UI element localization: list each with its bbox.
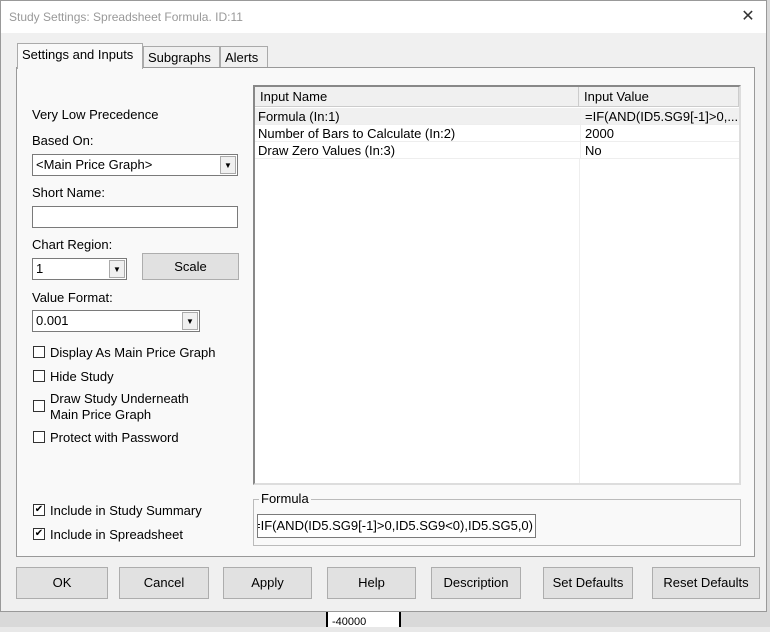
inputs-table: Input Name Input Value Formula (In:1) =IF… — [253, 85, 741, 485]
tab-settings-and-inputs[interactable]: Settings and Inputs — [17, 43, 143, 69]
include-summary-checkbox[interactable]: ✔ — [33, 504, 45, 516]
input-name: Formula (In:1) — [258, 109, 340, 124]
based-on-value: <Main Price Graph> — [36, 157, 153, 172]
value-format-value: 0.001 — [36, 313, 69, 328]
tab-subgraphs[interactable]: Subgraphs — [143, 46, 220, 68]
table-row[interactable]: Number of Bars to Calculate (In:2) 2000 — [255, 125, 739, 142]
column-divider — [579, 159, 580, 483]
chevron-down-icon[interactable]: ▼ — [182, 312, 198, 330]
tab-alerts[interactable]: Alerts — [220, 46, 268, 68]
value-format-select[interactable]: 0.001 ▼ — [32, 310, 200, 332]
draw-underneath-label: Draw Study Underneath — [50, 391, 189, 406]
protect-password-checkbox[interactable] — [33, 431, 45, 443]
draw-underneath-label-line2: Main Price Graph — [50, 407, 152, 422]
short-name-label: Short Name: — [32, 185, 105, 200]
apply-button[interactable]: Apply — [223, 567, 312, 599]
help-button[interactable]: Help — [327, 567, 416, 599]
hide-study-checkbox[interactable] — [33, 370, 45, 382]
set-defaults-button[interactable]: Set Defaults — [543, 567, 633, 599]
include-spreadsheet-checkbox[interactable]: ✔ — [33, 528, 45, 540]
chart-region-value: 1 — [36, 261, 44, 276]
close-icon[interactable]: ✕ — [738, 7, 758, 27]
chevron-down-icon[interactable]: ▼ — [220, 156, 236, 174]
include-spreadsheet-label: Include in Spreadsheet — [50, 527, 183, 542]
chevron-down-icon[interactable]: ▼ — [109, 260, 125, 278]
study-settings-dialog: Study Settings: Spreadsheet Formula. ID:… — [0, 0, 767, 612]
input-value[interactable]: =IF(AND(ID5.SG9[-1]>0,... — [580, 108, 739, 125]
formula-input[interactable]: =IF(AND(ID5.SG9[-1]>0,ID5.SG9<0),ID5.SG5… — [257, 514, 536, 538]
based-on-label: Based On: — [32, 133, 94, 148]
table-row[interactable]: Formula (In:1) =IF(AND(ID5.SG9[-1]>0,... — [255, 108, 739, 125]
input-value[interactable]: No — [580, 142, 739, 159]
reset-defaults-button[interactable]: Reset Defaults — [652, 567, 760, 599]
chart-region-select[interactable]: 1 ▼ — [32, 258, 127, 280]
cancel-button[interactable]: Cancel — [119, 567, 209, 599]
include-summary-label: Include in Study Summary — [50, 503, 202, 518]
based-on-select[interactable]: <Main Price Graph> ▼ — [32, 154, 238, 176]
column-header-input-name[interactable]: Input Name — [255, 87, 579, 107]
column-header-input-value[interactable]: Input Value — [579, 87, 739, 107]
precedence-label: Very Low Precedence — [32, 107, 159, 122]
input-name: Number of Bars to Calculate (In:2) — [258, 126, 456, 141]
input-name: Draw Zero Values (In:3) — [258, 143, 396, 158]
formula-group-label: Formula — [259, 491, 311, 506]
description-button[interactable]: Description — [431, 567, 521, 599]
value-format-label: Value Format: — [32, 290, 113, 305]
display-as-main-label: Display As Main Price Graph — [50, 345, 216, 360]
chart-region-label: Chart Region: — [32, 237, 113, 252]
input-value[interactable]: 2000 — [580, 125, 739, 142]
protect-password-label: Protect with Password — [50, 430, 179, 445]
hide-study-label: Hide Study — [50, 369, 114, 384]
table-row[interactable]: Draw Zero Values (In:3) No — [255, 142, 739, 159]
ok-button[interactable]: OK — [16, 567, 108, 599]
display-as-main-checkbox[interactable] — [33, 346, 45, 358]
title-bar: Study Settings: Spreadsheet Formula. ID:… — [1, 1, 766, 33]
short-name-input[interactable] — [32, 206, 238, 228]
formula-value: =IF(AND(ID5.SG9[-1]>0,ID5.SG9<0),ID5.SG5… — [257, 518, 533, 533]
background-axis-label: -40000 — [326, 612, 401, 628]
draw-underneath-checkbox[interactable] — [33, 400, 45, 412]
scale-button[interactable]: Scale — [142, 253, 239, 280]
